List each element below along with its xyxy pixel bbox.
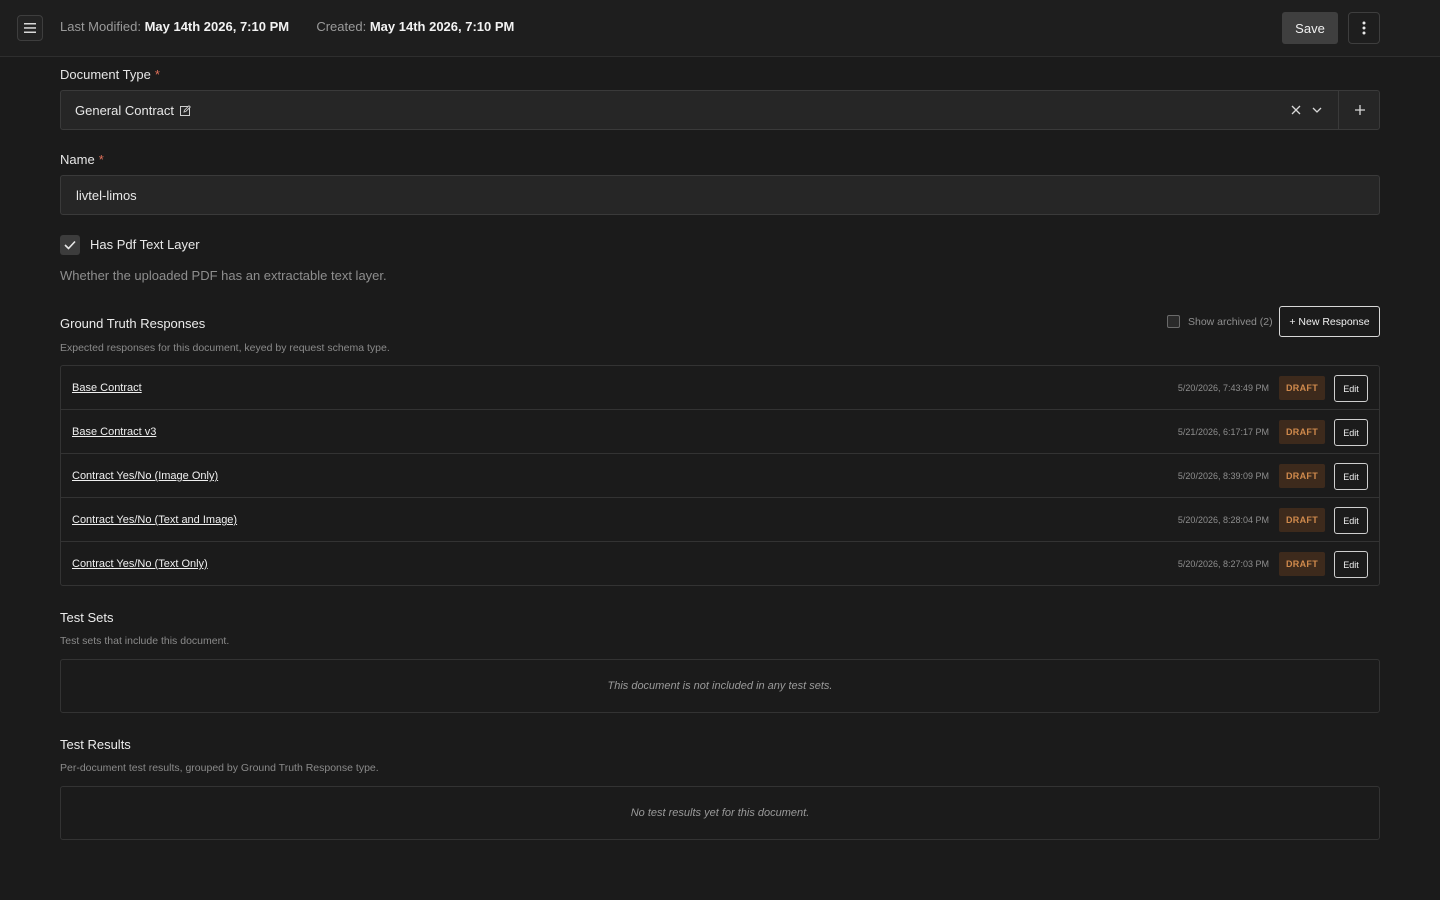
response-date: 5/20/2026, 8:27:03 PM <box>1177 559 1269 569</box>
test-results-empty-state: No test results yet for this document. <box>60 786 1380 840</box>
menu-button[interactable] <box>17 15 43 41</box>
table-row: Base Contract v3 5/21/2026, 6:17:17 PM D… <box>61 410 1379 454</box>
status-badge: DRAFT <box>1279 552 1325 576</box>
table-row: Contract Yes/No (Text Only) 5/20/2026, 8… <box>61 542 1379 586</box>
add-document-type-button[interactable] <box>1339 91 1380 129</box>
clear-icon[interactable] <box>1289 103 1303 117</box>
ground-truth-subtitle: Expected responses for this document, ke… <box>60 342 390 354</box>
edit-button[interactable]: Edit <box>1334 463 1368 490</box>
has-pdf-text-layer-checkbox[interactable] <box>60 235 80 255</box>
created-value: May 14th 2026, 7:10 PM <box>369 19 515 34</box>
document-type-select[interactable]: General Contract <box>60 90 1380 130</box>
response-link[interactable]: Contract Yes/No (Text Only) <box>72 558 208 570</box>
status-badge: DRAFT <box>1279 508 1325 532</box>
test-results-subtitle: Per-document test results, grouped by Gr… <box>60 762 379 774</box>
status-badge: DRAFT <box>1279 464 1325 488</box>
document-type-label: Document Type * <box>60 67 160 82</box>
has-pdf-text-layer-label: Has Pdf Text Layer <box>90 237 200 252</box>
created-label: Created: <box>316 19 367 34</box>
last-modified-label: Last Modified: <box>60 19 141 34</box>
pdf-text-layer-help: Whether the uploaded PDF has an extracta… <box>60 268 387 283</box>
test-sets-empty-text: This document is not included in any tes… <box>607 680 833 692</box>
test-results-empty-text: No test results yet for this document. <box>630 807 810 819</box>
checkmark-icon <box>64 240 76 250</box>
name-label: Name * <box>60 152 104 167</box>
status-badge: DRAFT <box>1279 376 1325 400</box>
document-meta: Last Modified: May 14th 2026, 7:10 PM Cr… <box>60 19 514 34</box>
document-type-label-text: Document Type <box>60 67 151 82</box>
table-row: Contract Yes/No (Image Only) 5/20/2026, … <box>61 454 1379 498</box>
show-archived-checkbox[interactable] <box>1167 315 1180 328</box>
table-row: Base Contract 5/20/2026, 7:43:49 PM DRAF… <box>61 366 1379 410</box>
top-bar: Last Modified: May 14th 2026, 7:10 PM Cr… <box>0 0 1440 57</box>
edit-button[interactable]: Edit <box>1334 551 1368 578</box>
response-link[interactable]: Contract Yes/No (Text and Image) <box>72 514 237 526</box>
document-type-value: General Contract <box>75 103 191 118</box>
response-link[interactable]: Contract Yes/No (Image Only) <box>72 470 218 482</box>
status-badge: DRAFT <box>1279 420 1325 444</box>
edit-button[interactable]: Edit <box>1334 375 1368 402</box>
test-sets-title: Test Sets <box>60 610 114 625</box>
test-results-title: Test Results <box>60 737 131 752</box>
response-link[interactable]: Base Contract <box>72 382 142 394</box>
edit-button[interactable]: Edit <box>1334 419 1368 446</box>
required-mark: * <box>98 152 104 167</box>
response-date: 5/20/2026, 7:43:49 PM <box>1177 383 1269 393</box>
ground-truth-table: Base Contract 5/20/2026, 7:43:49 PM DRAF… <box>60 365 1380 586</box>
more-options-button[interactable] <box>1348 12 1380 44</box>
test-sets-empty-state: This document is not included in any tes… <box>60 659 1380 713</box>
hamburger-icon <box>24 23 36 33</box>
document-type-selected: General Contract <box>75 103 174 118</box>
response-date: 5/20/2026, 8:28:04 PM <box>1177 515 1269 525</box>
edit-icon[interactable] <box>180 105 191 116</box>
new-response-button[interactable]: + New Response <box>1279 306 1380 337</box>
plus-icon <box>1354 105 1365 115</box>
name-input[interactable] <box>60 175 1380 215</box>
required-mark: * <box>154 67 160 82</box>
response-date: 5/20/2026, 8:39:09 PM <box>1177 471 1269 481</box>
chevron-down-icon[interactable] <box>1310 103 1324 117</box>
response-link[interactable]: Base Contract v3 <box>72 426 156 438</box>
edit-button[interactable]: Edit <box>1334 507 1368 534</box>
response-date: 5/21/2026, 6:17:17 PM <box>1177 427 1269 437</box>
save-button[interactable]: Save <box>1282 12 1338 44</box>
test-sets-subtitle: Test sets that include this document. <box>60 635 230 647</box>
last-modified-value: May 14th 2026, 7:10 PM <box>144 19 290 34</box>
kebab-icon <box>1362 21 1366 35</box>
show-archived-label[interactable]: Show archived (2) <box>1188 316 1273 328</box>
table-row: Contract Yes/No (Text and Image) 5/20/20… <box>61 498 1379 542</box>
name-label-text: Name <box>60 152 95 167</box>
ground-truth-title: Ground Truth Responses <box>60 316 206 331</box>
